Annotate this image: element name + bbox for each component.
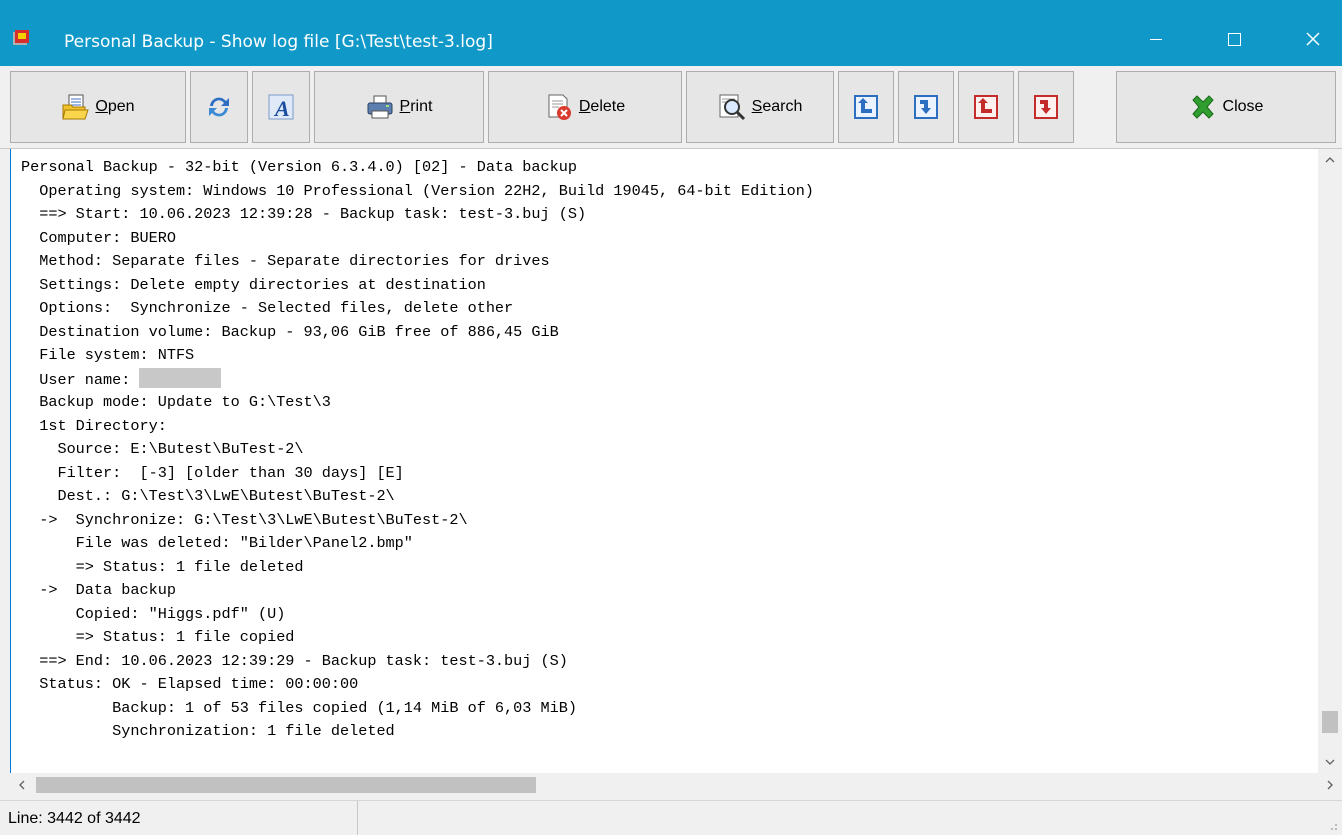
horizontal-scrollbar[interactable] — [10, 773, 1318, 797]
log-line: Copied: "Higgs.pdf" (U) — [21, 604, 286, 623]
log-line: => Status: 1 file copied — [21, 628, 295, 646]
status-bar: Line: 3442 of 3442 — [0, 800, 1342, 835]
jump-up-red-icon — [974, 95, 998, 119]
chevron-right-icon — [1327, 780, 1333, 790]
log-line: Status: OK - Elapsed time: 00:00:00 — [21, 675, 359, 693]
minimize-icon — [1150, 38, 1162, 40]
log-line: User name: — [21, 367, 1321, 392]
delete-file-icon — [548, 94, 571, 120]
maximize-button[interactable] — [1210, 21, 1258, 57]
search-button[interactable]: Search — [686, 71, 834, 143]
app-icon — [13, 30, 29, 45]
resize-grip-icon[interactable] — [1328, 821, 1338, 831]
line-position-text: Line: 3442 of 3442 — [8, 810, 141, 827]
status-pane-line: Line: 3442 of 3442 — [0, 801, 358, 835]
jump-down-red-icon — [1034, 95, 1058, 119]
close-window-button[interactable] — [1289, 21, 1337, 57]
maximize-icon — [1227, 32, 1241, 46]
log-line: Personal Backup - 32-bit (Version 6.3.4.… — [21, 158, 577, 176]
printer-icon — [367, 95, 393, 119]
svg-text:A: A — [273, 96, 290, 121]
log-line: Filter: [-3] [older than 30 days] [E] — [21, 463, 404, 482]
log-line: Operating system: Windows 10 Professiona… — [21, 181, 814, 200]
vertical-scroll-thumb[interactable] — [1322, 711, 1338, 733]
redacted-username — [139, 367, 222, 388]
scroll-right-button[interactable] — [1318, 773, 1342, 797]
jump-down-blue-button[interactable] — [898, 71, 954, 143]
minimize-button[interactable] — [1132, 21, 1180, 57]
log-line: -> Synchronize: G:\Test\3\LwE\Butest\BuT… — [21, 510, 468, 529]
log-line: => Status: 1 file deleted — [21, 557, 304, 576]
refresh-button[interactable] — [190, 71, 248, 143]
delete-button[interactable]: Delete — [488, 71, 682, 143]
log-line: File system: NTFS — [21, 346, 195, 364]
log-line: Options: Synchronize - Selected files, d… — [21, 299, 514, 317]
log-line: -> Data backup — [21, 581, 176, 599]
search-label: Search — [751, 98, 803, 115]
close-button[interactable]: Close — [1116, 71, 1336, 143]
chevron-up-icon — [1325, 157, 1335, 163]
log-line: Backup mode: Update to G:\Test\3 — [21, 393, 331, 411]
title-bar: Personal Backup - Show log file [G:\Test… — [0, 0, 1342, 66]
jump-up-red-button[interactable] — [958, 71, 1014, 143]
log-line: Source: E:\Butest\BuTest-2\ — [21, 440, 304, 458]
log-line: Dest.: G:\Test\3\LwE\Butest\BuTest-2\ — [21, 487, 395, 505]
vertical-scrollbar[interactable] — [1318, 149, 1342, 773]
log-viewer[interactable]: Personal Backup - 32-bit (Version 6.3.4.… — [10, 149, 1342, 797]
window-title: Personal Backup - Show log file [G:\Test… — [64, 32, 493, 52]
scroll-up-button[interactable] — [1318, 149, 1342, 171]
scroll-down-button[interactable] — [1318, 751, 1342, 773]
log-line: Computer: BUERO — [21, 228, 176, 247]
log-line: Destination volume: Backup - 93,06 GiB f… — [21, 322, 559, 341]
open-button[interactable]: Open — [10, 71, 186, 143]
jump-down-red-button[interactable] — [1018, 71, 1074, 143]
close-label: Close — [1222, 98, 1264, 115]
jump-up-blue-icon — [854, 95, 878, 119]
log-line: File was deleted: "Bilder\Panel2.bmp" — [21, 534, 413, 552]
close-window-icon — [1306, 32, 1320, 46]
log-line: Method: Separate files - Separate direct… — [21, 252, 550, 270]
horizontal-scroll-thumb[interactable] — [36, 777, 536, 793]
log-line: Backup: 1 of 53 files copied (1,14 MiB o… — [21, 698, 577, 717]
toolbar: Open A Print Delete Search Close — [0, 66, 1342, 149]
log-line: 1st Directory: — [21, 416, 167, 435]
log-text: Personal Backup - 32-bit (Version 6.3.4.… — [21, 156, 1321, 768]
refresh-icon — [209, 97, 229, 117]
chevron-left-icon — [19, 780, 25, 790]
jump-up-blue-button[interactable] — [838, 71, 894, 143]
log-line: Synchronization: 1 file deleted — [21, 722, 395, 740]
print-button[interactable]: Print — [314, 71, 484, 143]
jump-down-blue-icon — [914, 95, 938, 119]
log-line: ==> Start: 10.06.2023 12:39:28 - Backup … — [21, 205, 587, 223]
print-label: Print — [399, 98, 433, 115]
font-button[interactable]: A — [252, 71, 310, 143]
log-line: ==> End: 10.06.2023 12:39:29 - Backup ta… — [21, 651, 568, 670]
open-label: Open — [95, 98, 135, 115]
delete-label: Delete — [578, 98, 626, 115]
close-green-x-icon — [1191, 95, 1214, 119]
chevron-down-icon — [1325, 759, 1335, 765]
search-icon — [719, 94, 745, 121]
folder-open-icon — [62, 94, 90, 120]
scroll-left-button[interactable] — [10, 773, 34, 797]
log-line: Settings: Delete empty directories at de… — [21, 275, 486, 294]
font-icon: A — [268, 94, 294, 121]
